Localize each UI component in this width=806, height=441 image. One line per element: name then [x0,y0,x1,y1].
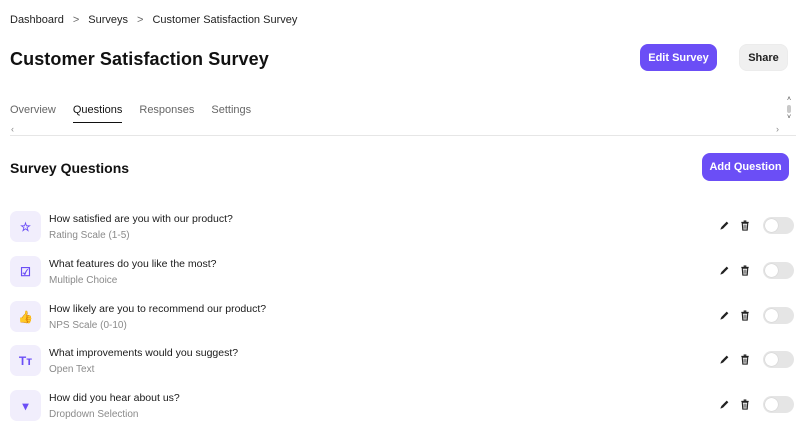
edit-pencil-icon[interactable] [718,220,730,232]
text-icon: Tт [10,345,41,376]
chevron-right-icon: > [137,14,144,26]
question-text: What improvements would you suggest? [49,347,239,359]
question-enabled-toggle[interactable] [763,307,794,324]
question-type: Dropdown Selection [49,409,139,420]
tab-settings[interactable]: Settings [211,104,251,123]
breadcrumb: Dashboard > Surveys > Customer Satisfact… [10,14,297,26]
tab-overview[interactable]: Overview [10,104,56,123]
breadcrumb-current: Customer Satisfaction Survey [152,14,298,26]
toggle-knob [765,219,778,232]
toggle-knob [765,309,778,322]
question-text: What features do you like the most? [49,258,217,270]
question-enabled-toggle[interactable] [763,217,794,234]
delete-trash-icon[interactable] [739,265,751,277]
question-enabled-toggle[interactable] [763,351,794,368]
delete-trash-icon[interactable] [739,310,751,322]
question-text: How did you hear about us? [49,392,180,404]
tab-scrollbar[interactable]: ˄ ˅ [785,96,793,122]
edit-pencil-icon[interactable] [718,310,730,322]
question-row[interactable]: ▾ How did you hear about us? Dropdown Sele… [10,390,796,430]
question-text: How likely are you to recommend our prod… [49,303,267,315]
add-question-button[interactable]: Add Question [702,153,789,181]
delete-trash-icon[interactable] [739,399,751,411]
checkbox-icon: ☑ [10,256,41,287]
tab-questions[interactable]: Questions [72,104,123,123]
share-button[interactable]: Share [739,44,788,71]
question-actions [718,351,794,368]
question-row[interactable]: 👍 How likely are you to recommend our pro… [10,301,796,341]
scroll-right-icon[interactable]: › [776,124,779,134]
question-type: Rating Scale (1-5) [49,230,130,241]
page-title: Customer Satisfaction Survey [10,49,269,69]
dropdown-icon: ▾ [10,390,41,421]
question-enabled-toggle[interactable] [763,396,794,413]
delete-trash-icon[interactable] [739,220,751,232]
tab-responses[interactable]: Responses [139,104,194,123]
tab-divider [10,135,796,136]
scroll-down-icon[interactable]: ˅ [787,114,791,122]
toggle-knob [765,353,778,366]
thumbs-icon: 👍 [10,301,41,332]
edit-survey-button[interactable]: Edit Survey [640,44,717,71]
question-row[interactable]: Tт What improvements would you suggest? Op… [10,345,796,385]
toggle-knob [765,398,778,411]
scroll-up-icon[interactable]: ˄ [787,96,791,104]
scrollbar-thumb[interactable] [787,105,791,113]
question-actions [718,262,794,279]
breadcrumb-surveys[interactable]: Surveys [88,14,128,26]
question-type: Multiple Choice [49,275,118,286]
toggle-knob [765,264,778,277]
question-actions [718,396,794,413]
chevron-right-icon: > [72,14,80,26]
tab-bar: Overview Questions Responses Settings [10,104,268,123]
edit-pencil-icon[interactable] [718,354,730,366]
scroll-left-icon[interactable]: ‹ [11,124,14,134]
question-text: How satisfied are you with our product? [49,213,233,225]
delete-trash-icon[interactable] [739,354,751,366]
question-enabled-toggle[interactable] [763,262,794,279]
star-icon: ☆ [10,211,41,242]
section-title: Survey Questions [10,160,130,176]
question-actions [718,217,794,234]
question-row[interactable]: ☆ How satisfied are you with our product?… [10,211,796,251]
edit-pencil-icon[interactable] [718,265,730,277]
breadcrumb-dashboard[interactable]: Dashboard [10,14,64,26]
question-row[interactable]: ☑ What features do you like the most? Mult… [10,256,796,296]
edit-pencil-icon[interactable] [718,399,730,411]
question-type: Open Text [49,364,95,375]
question-actions [718,307,794,324]
question-type: NPS Scale (0-10) [49,320,127,331]
